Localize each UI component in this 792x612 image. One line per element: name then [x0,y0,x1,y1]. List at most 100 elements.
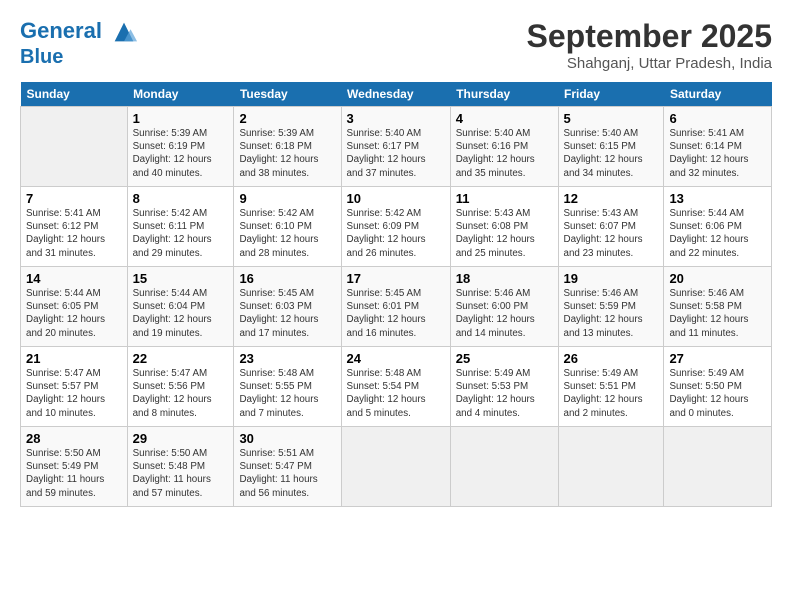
day-number: 17 [347,271,445,286]
day-cell: 20Sunrise: 5:46 AM Sunset: 5:58 PM Dayli… [664,267,772,347]
week-row-1: 7Sunrise: 5:41 AM Sunset: 6:12 PM Daylig… [21,187,772,267]
day-cell: 28Sunrise: 5:50 AM Sunset: 5:49 PM Dayli… [21,427,128,507]
day-cell: 23Sunrise: 5:48 AM Sunset: 5:55 PM Dayli… [234,347,341,427]
col-header-tuesday: Tuesday [234,82,341,107]
day-cell: 11Sunrise: 5:43 AM Sunset: 6:08 PM Dayli… [450,187,558,267]
day-info: Sunrise: 5:42 AM Sunset: 6:11 PM Dayligh… [133,207,229,260]
col-header-sunday: Sunday [21,82,128,107]
day-cell: 27Sunrise: 5:49 AM Sunset: 5:50 PM Dayli… [664,347,772,427]
day-number: 11 [456,191,553,206]
day-info: Sunrise: 5:50 AM Sunset: 5:49 PM Dayligh… [26,447,122,500]
day-number: 15 [133,271,229,286]
day-info: Sunrise: 5:39 AM Sunset: 6:18 PM Dayligh… [239,127,335,180]
day-cell: 7Sunrise: 5:41 AM Sunset: 6:12 PM Daylig… [21,187,128,267]
day-cell: 29Sunrise: 5:50 AM Sunset: 5:48 PM Dayli… [127,427,234,507]
day-info: Sunrise: 5:39 AM Sunset: 6:19 PM Dayligh… [133,127,229,180]
day-cell: 24Sunrise: 5:48 AM Sunset: 5:54 PM Dayli… [341,347,450,427]
day-number: 13 [669,191,766,206]
day-cell: 1Sunrise: 5:39 AM Sunset: 6:19 PM Daylig… [127,107,234,187]
day-info: Sunrise: 5:50 AM Sunset: 5:48 PM Dayligh… [133,447,229,500]
day-info: Sunrise: 5:44 AM Sunset: 6:06 PM Dayligh… [669,207,766,260]
day-info: Sunrise: 5:40 AM Sunset: 6:17 PM Dayligh… [347,127,445,180]
day-number: 12 [564,191,659,206]
day-cell: 13Sunrise: 5:44 AM Sunset: 6:06 PM Dayli… [664,187,772,267]
day-info: Sunrise: 5:49 AM Sunset: 5:53 PM Dayligh… [456,367,553,420]
col-header-wednesday: Wednesday [341,82,450,107]
day-cell: 15Sunrise: 5:44 AM Sunset: 6:04 PM Dayli… [127,267,234,347]
logo-general: General [20,18,102,43]
week-row-0: 1Sunrise: 5:39 AM Sunset: 6:19 PM Daylig… [21,107,772,187]
day-cell: 2Sunrise: 5:39 AM Sunset: 6:18 PM Daylig… [234,107,341,187]
day-info: Sunrise: 5:45 AM Sunset: 6:01 PM Dayligh… [347,287,445,340]
day-info: Sunrise: 5:49 AM Sunset: 5:50 PM Dayligh… [669,367,766,420]
day-number: 28 [26,431,122,446]
day-info: Sunrise: 5:43 AM Sunset: 6:07 PM Dayligh… [564,207,659,260]
week-row-3: 21Sunrise: 5:47 AM Sunset: 5:57 PM Dayli… [21,347,772,427]
col-header-thursday: Thursday [450,82,558,107]
logo-blue: Blue [20,46,138,68]
day-cell: 9Sunrise: 5:42 AM Sunset: 6:10 PM Daylig… [234,187,341,267]
day-number: 2 [239,111,335,126]
day-cell: 10Sunrise: 5:42 AM Sunset: 6:09 PM Dayli… [341,187,450,267]
day-number: 22 [133,351,229,366]
day-info: Sunrise: 5:44 AM Sunset: 6:04 PM Dayligh… [133,287,229,340]
day-cell: 4Sunrise: 5:40 AM Sunset: 6:16 PM Daylig… [450,107,558,187]
day-info: Sunrise: 5:47 AM Sunset: 5:56 PM Dayligh… [133,367,229,420]
col-header-saturday: Saturday [664,82,772,107]
day-info: Sunrise: 5:46 AM Sunset: 5:59 PM Dayligh… [564,287,659,340]
day-cell: 17Sunrise: 5:45 AM Sunset: 6:01 PM Dayli… [341,267,450,347]
day-info: Sunrise: 5:46 AM Sunset: 6:00 PM Dayligh… [456,287,553,340]
day-cell: 22Sunrise: 5:47 AM Sunset: 5:56 PM Dayli… [127,347,234,427]
day-info: Sunrise: 5:48 AM Sunset: 5:54 PM Dayligh… [347,367,445,420]
title-block: September 2025 Shahganj, Uttar Pradesh, … [527,18,772,72]
day-info: Sunrise: 5:51 AM Sunset: 5:47 PM Dayligh… [239,447,335,500]
day-info: Sunrise: 5:49 AM Sunset: 5:51 PM Dayligh… [564,367,659,420]
day-info: Sunrise: 5:47 AM Sunset: 5:57 PM Dayligh… [26,367,122,420]
day-number: 27 [669,351,766,366]
month-title: September 2025 [527,18,772,55]
day-number: 29 [133,431,229,446]
day-number: 30 [239,431,335,446]
location: Shahganj, Uttar Pradesh, India [527,55,772,72]
day-cell: 14Sunrise: 5:44 AM Sunset: 6:05 PM Dayli… [21,267,128,347]
day-number: 8 [133,191,229,206]
day-cell: 25Sunrise: 5:49 AM Sunset: 5:53 PM Dayli… [450,347,558,427]
day-number: 10 [347,191,445,206]
day-number: 6 [669,111,766,126]
day-number: 18 [456,271,553,286]
day-info: Sunrise: 5:44 AM Sunset: 6:05 PM Dayligh… [26,287,122,340]
day-info: Sunrise: 5:43 AM Sunset: 6:08 PM Dayligh… [456,207,553,260]
day-number: 21 [26,351,122,366]
day-cell: 16Sunrise: 5:45 AM Sunset: 6:03 PM Dayli… [234,267,341,347]
week-row-4: 28Sunrise: 5:50 AM Sunset: 5:49 PM Dayli… [21,427,772,507]
day-cell: 12Sunrise: 5:43 AM Sunset: 6:07 PM Dayli… [558,187,664,267]
day-info: Sunrise: 5:42 AM Sunset: 6:10 PM Dayligh… [239,207,335,260]
day-number: 24 [347,351,445,366]
calendar-table: SundayMondayTuesdayWednesdayThursdayFrid… [20,82,772,507]
day-number: 23 [239,351,335,366]
col-header-friday: Friday [558,82,664,107]
day-cell: 3Sunrise: 5:40 AM Sunset: 6:17 PM Daylig… [341,107,450,187]
day-cell [450,427,558,507]
day-cell: 21Sunrise: 5:47 AM Sunset: 5:57 PM Dayli… [21,347,128,427]
day-cell: 6Sunrise: 5:41 AM Sunset: 6:14 PM Daylig… [664,107,772,187]
day-cell [21,107,128,187]
day-info: Sunrise: 5:41 AM Sunset: 6:14 PM Dayligh… [669,127,766,180]
page: General Blue September 2025 Shahganj, Ut… [0,0,792,612]
day-number: 14 [26,271,122,286]
day-number: 25 [456,351,553,366]
day-number: 19 [564,271,659,286]
day-cell: 18Sunrise: 5:46 AM Sunset: 6:00 PM Dayli… [450,267,558,347]
day-number: 7 [26,191,122,206]
day-info: Sunrise: 5:42 AM Sunset: 6:09 PM Dayligh… [347,207,445,260]
day-info: Sunrise: 5:45 AM Sunset: 6:03 PM Dayligh… [239,287,335,340]
logo: General Blue [20,18,138,68]
day-number: 26 [564,351,659,366]
day-info: Sunrise: 5:48 AM Sunset: 5:55 PM Dayligh… [239,367,335,420]
day-info: Sunrise: 5:40 AM Sunset: 6:16 PM Dayligh… [456,127,553,180]
day-number: 9 [239,191,335,206]
day-cell [664,427,772,507]
day-number: 3 [347,111,445,126]
day-cell: 19Sunrise: 5:46 AM Sunset: 5:59 PM Dayli… [558,267,664,347]
day-cell [341,427,450,507]
